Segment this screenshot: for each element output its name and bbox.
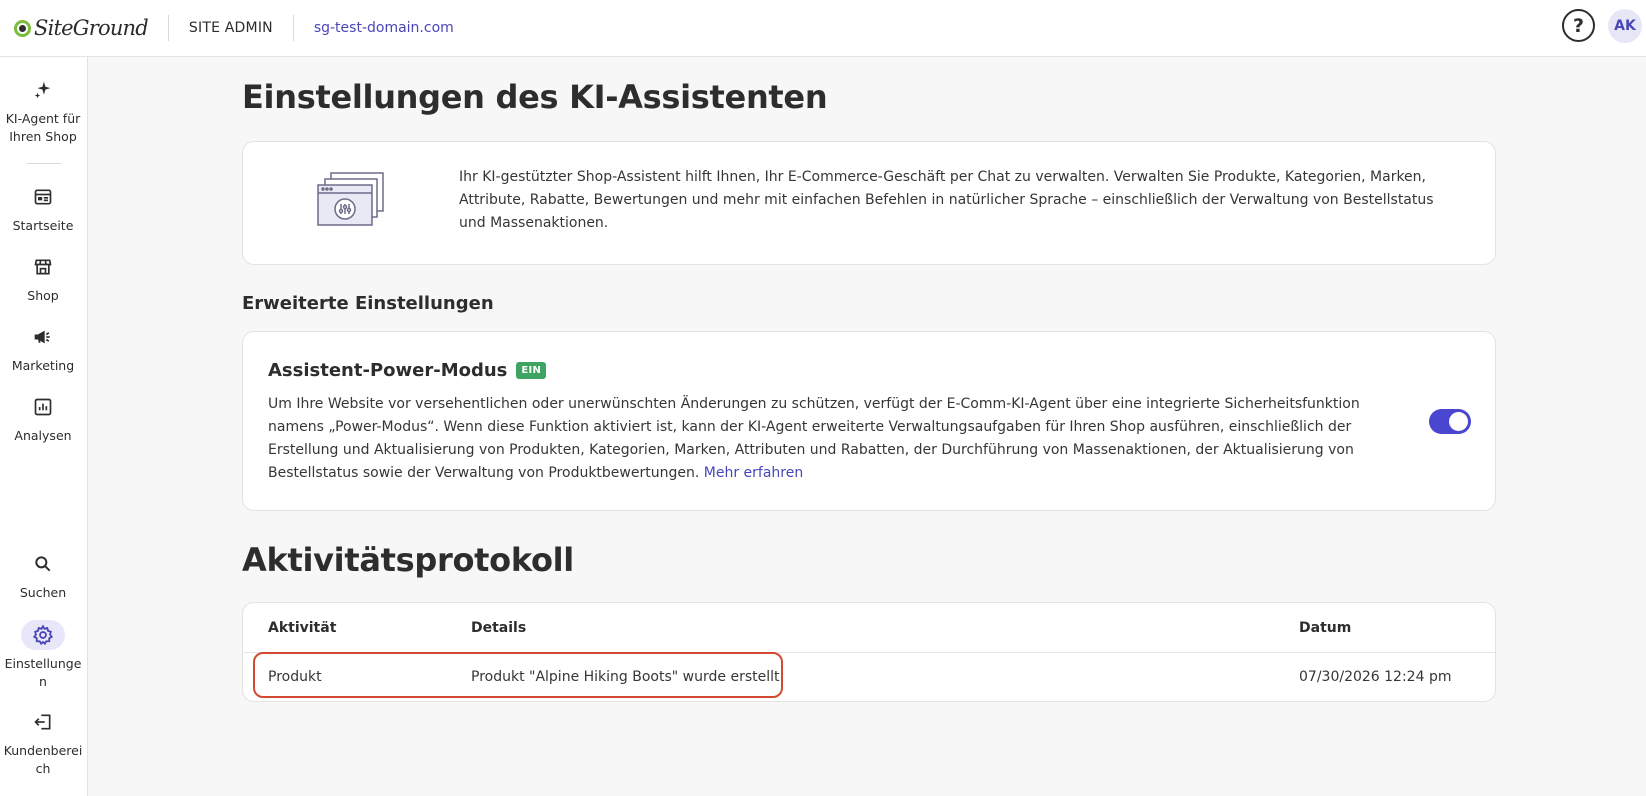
status-badge: EIN <box>516 362 547 379</box>
power-mode-description: Um Ihre Website vor versehentlichen oder… <box>268 393 1388 485</box>
sidebar-item-suchen[interactable]: Suchen <box>0 549 86 602</box>
section-label: SITE ADMIN <box>188 20 273 36</box>
megaphone-icon <box>21 322 65 352</box>
highlight-annotation <box>253 652 783 698</box>
intro-description: Ihr KI-gestützter Shop-Assistent hilft I… <box>459 169 1434 231</box>
power-mode-title-text: Assistent-Power-Modus <box>268 360 508 381</box>
sidebar-item-label: Shop <box>27 288 59 303</box>
logo-mark-icon <box>14 19 31 37</box>
sidebar-item-ki-agent[interactable]: KI-Agent für Ihren Shop <box>0 75 86 146</box>
sidebar-item-marketing[interactable]: Marketing <box>0 322 86 375</box>
intro-card: Ihr KI-gestützter Shop-Assistent hilft I… <box>242 141 1496 265</box>
learn-more-link[interactable]: Mehr erfahren <box>704 465 803 481</box>
column-header-date: Datum <box>1299 620 1352 636</box>
exit-icon <box>21 707 65 737</box>
question-mark-icon: ? <box>1572 14 1585 37</box>
sidebar: KI-Agent für Ihren Shop Startseite Shop … <box>0 57 88 796</box>
sidebar-item-label: Marketing <box>11 358 75 373</box>
column-header-details: Details <box>471 620 527 636</box>
power-mode-description-text: Um Ihre Website vor versehentlichen oder… <box>268 396 1360 481</box>
gear-icon <box>21 620 65 650</box>
sidebar-divider <box>26 163 62 164</box>
activity-log-heading: Aktivitätsprotokoll <box>242 541 574 579</box>
user-avatar[interactable]: AK <box>1608 9 1642 43</box>
sidebar-item-shop[interactable]: Shop <box>0 252 86 305</box>
dashboard-icon <box>21 182 65 212</box>
settings-window-illustration-icon <box>317 172 387 232</box>
sidebar-item-label: Analysen <box>14 428 72 443</box>
sidebar-item-label: Suchen <box>19 585 67 600</box>
header-divider <box>167 15 169 41</box>
date-cell: 07/30/2026 12:24 pm <box>1299 669 1452 685</box>
search-icon <box>21 549 65 579</box>
sidebar-item-label: Kundenbereich <box>3 743 83 776</box>
power-mode-title: Assistent-Power-Modus EIN <box>268 360 547 381</box>
sidebar-item-kundenbereich[interactable]: Kundenbereich <box>0 707 86 778</box>
help-button[interactable]: ? <box>1562 9 1595 42</box>
sidebar-item-label: Startseite <box>12 218 74 233</box>
power-mode-card: Assistent-Power-Modus EIN Um Ihre Websit… <box>242 331 1496 511</box>
domain-link[interactable]: sg-test-domain.com <box>314 20 454 36</box>
store-icon <box>21 252 65 282</box>
sidebar-item-startseite[interactable]: Startseite <box>0 182 86 235</box>
column-header-activity: Aktivität <box>268 620 337 636</box>
page-title: Einstellungen des KI-Assistenten <box>242 78 828 116</box>
chart-icon <box>21 392 65 422</box>
header-divider <box>292 15 294 41</box>
activity-table: Aktivität Details Datum Produkt Produkt … <box>242 602 1496 702</box>
sidebar-item-label: Einstellungen <box>4 656 82 689</box>
siteground-logo[interactable]: SiteGround <box>14 16 149 40</box>
power-mode-toggle[interactable] <box>1429 409 1471 434</box>
sidebar-item-analysen[interactable]: Analysen <box>0 392 86 445</box>
toggle-knob <box>1449 412 1468 431</box>
top-bar: SiteGround SITE ADMIN sg-test-domain.com… <box>0 0 1646 57</box>
sidebar-item-einstellungen[interactable]: Einstellungen <box>0 620 86 691</box>
sparkle-icon <box>21 75 65 105</box>
logo-text: SiteGround <box>34 16 149 40</box>
sidebar-item-label: KI-Agent für Ihren Shop <box>5 111 81 144</box>
advanced-settings-heading: Erweiterte Einstellungen <box>242 293 494 314</box>
